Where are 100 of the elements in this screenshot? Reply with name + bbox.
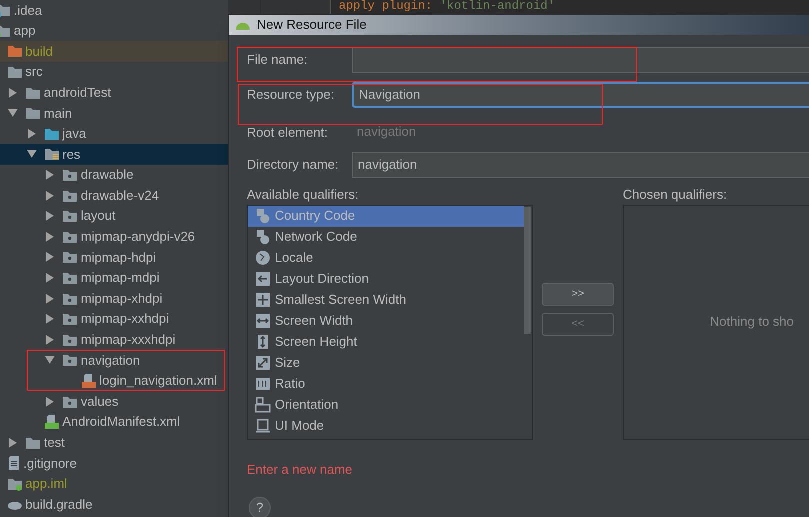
collapsed-arrow-icon[interactable] xyxy=(45,211,55,222)
qualifier-item[interactable]: Smallest Screen Width xyxy=(248,290,524,310)
help-button[interactable]: ? xyxy=(249,497,271,517)
tree-item[interactable]: test xyxy=(0,432,228,454)
laptop-icon xyxy=(255,418,271,434)
tree-item-label: mipmap-xxhdpi xyxy=(81,310,170,328)
tree-item[interactable]: app.iml xyxy=(0,474,228,494)
folder-icon xyxy=(62,312,78,326)
folder-icon xyxy=(62,394,78,409)
tree-item[interactable]: res xyxy=(0,144,228,165)
folder-icon xyxy=(25,106,41,120)
tree-item[interactable]: mipmap-anydpi-v26 xyxy=(0,226,228,248)
xml-file-icon xyxy=(80,372,96,389)
tree-item[interactable]: .gitignore xyxy=(0,453,228,474)
tree-item[interactable]: .idea xyxy=(0,0,228,21)
qualifier-item[interactable]: Locale xyxy=(248,248,524,268)
collapsed-arrow-icon[interactable] xyxy=(45,190,55,201)
root-element-value: navigation xyxy=(357,123,416,142)
collapsed-arrow-icon[interactable] xyxy=(45,334,55,345)
collapsed-arrow-icon[interactable] xyxy=(45,170,55,180)
tree-item[interactable]: java xyxy=(0,124,228,144)
tree-item[interactable]: main xyxy=(0,102,228,124)
qualifier-item[interactable]: Screen Width xyxy=(248,310,524,332)
collapsed-arrow-icon[interactable] xyxy=(26,128,36,139)
collapsed-arrow-icon[interactable] xyxy=(8,88,18,98)
tree-item-label: values xyxy=(81,392,119,411)
settings-folder-icon xyxy=(0,3,11,18)
tree-item-label: main xyxy=(44,104,72,123)
text-file-icon xyxy=(6,455,20,472)
tree-item[interactable]: navigation xyxy=(0,350,228,371)
tree-item[interactable]: layout xyxy=(0,206,228,227)
field-label: Directory name: xyxy=(247,156,340,174)
qualifier-item[interactable]: UI Mode xyxy=(248,416,524,436)
qualifier-item[interactable]: Size xyxy=(248,352,524,374)
tree-item-label: mipmap-xhdpi xyxy=(81,290,163,308)
tree-item[interactable]: app xyxy=(0,20,228,42)
folder-icon xyxy=(62,292,78,306)
tree-item-label: .gitignore xyxy=(24,454,77,473)
tree-item[interactable]: values xyxy=(0,391,228,412)
folder-icon xyxy=(62,188,78,203)
tree-item-label: build.gradle xyxy=(26,496,93,514)
tree-item-label: test xyxy=(44,434,65,452)
tree-item[interactable]: mipmap-xxxhdpi xyxy=(0,330,228,350)
tree-item[interactable]: mipmap-mdpi xyxy=(0,268,228,288)
tree-item-label: drawable-v24 xyxy=(81,186,160,205)
tree-item[interactable]: drawable xyxy=(0,164,228,186)
resource-type-field-value: Navigation xyxy=(359,86,420,104)
qualifier-item[interactable]: Network Code xyxy=(248,226,524,248)
tree-item[interactable]: mipmap-hdpi xyxy=(0,247,228,268)
tree-item-label: .idea xyxy=(14,2,42,20)
folder-icon xyxy=(62,230,78,244)
field-label: Root element: xyxy=(247,124,329,140)
expanded-arrow-icon[interactable] xyxy=(8,108,18,118)
collapsed-arrow-icon[interactable] xyxy=(45,294,55,304)
tree-item[interactable]: drawable-v24 xyxy=(0,185,228,206)
file-name-field[interactable] xyxy=(352,47,809,73)
tree-item-label: mipmap-xxxhdpi xyxy=(81,331,176,350)
collapsed-arrow-icon[interactable] xyxy=(8,438,18,448)
tree-item[interactable]: androidTest xyxy=(0,82,228,103)
tree-item[interactable]: build.gradle xyxy=(0,494,228,515)
expanded-arrow-icon[interactable] xyxy=(26,149,36,160)
qualifier-item[interactable]: Orientation xyxy=(248,394,524,416)
qualifier-item[interactable]: Ratio xyxy=(248,374,524,394)
tree-item-label: java xyxy=(62,125,86,144)
code-line: apply plugin: 'kotlin-android' xyxy=(339,0,556,13)
tree-item[interactable]: build xyxy=(0,41,228,62)
module-folder-icon xyxy=(0,24,11,38)
tree-item-label: app xyxy=(14,22,36,40)
qualifier-item[interactable]: Layout Direction xyxy=(248,268,524,290)
tree-item-label: layout xyxy=(81,207,116,226)
collapsed-arrow-icon[interactable] xyxy=(45,273,55,284)
tree-item-label: build xyxy=(26,42,53,61)
tree-item[interactable]: login_navigation.xml xyxy=(0,370,228,392)
tree-item-label: mipmap-hdpi xyxy=(81,248,156,267)
empty-message: Nothing to sho xyxy=(710,313,794,332)
tree-item-label: navigation xyxy=(81,352,140,370)
tree-item[interactable]: mipmap-xxhdpi xyxy=(0,308,228,330)
ratio-icon xyxy=(255,376,271,392)
folder-icon xyxy=(44,126,60,141)
tree-item-label: drawable xyxy=(81,166,134,184)
collapsed-arrow-icon[interactable] xyxy=(45,396,55,407)
add-qualifier-button[interactable]: >> xyxy=(542,282,614,306)
collapsed-arrow-icon[interactable] xyxy=(45,232,55,242)
tree-item[interactable]: AndroidManifest.xml xyxy=(0,412,228,432)
four-way-arrow-icon xyxy=(255,292,271,308)
manifest-file-icon xyxy=(44,414,60,430)
collapsed-arrow-icon[interactable] xyxy=(45,252,55,262)
directory-name-field[interactable]: navigation xyxy=(352,152,809,178)
collapsed-arrow-icon[interactable] xyxy=(45,314,55,324)
folder-icon xyxy=(25,86,41,100)
expanded-arrow-icon[interactable] xyxy=(45,355,55,366)
tree-item[interactable]: mipmap-xhdpi xyxy=(0,288,228,309)
tree-item-label: mipmap-mdpi xyxy=(81,269,160,288)
qualifier-item[interactable]: Screen Height xyxy=(248,332,524,352)
folder-icon xyxy=(6,44,22,58)
tree-item[interactable]: src xyxy=(0,62,228,82)
resource-type-field[interactable]: Navigation xyxy=(352,82,809,108)
folder-icon xyxy=(62,209,78,224)
folder-icon xyxy=(62,250,78,264)
tree-item-label: AndroidManifest.xml xyxy=(62,413,180,432)
